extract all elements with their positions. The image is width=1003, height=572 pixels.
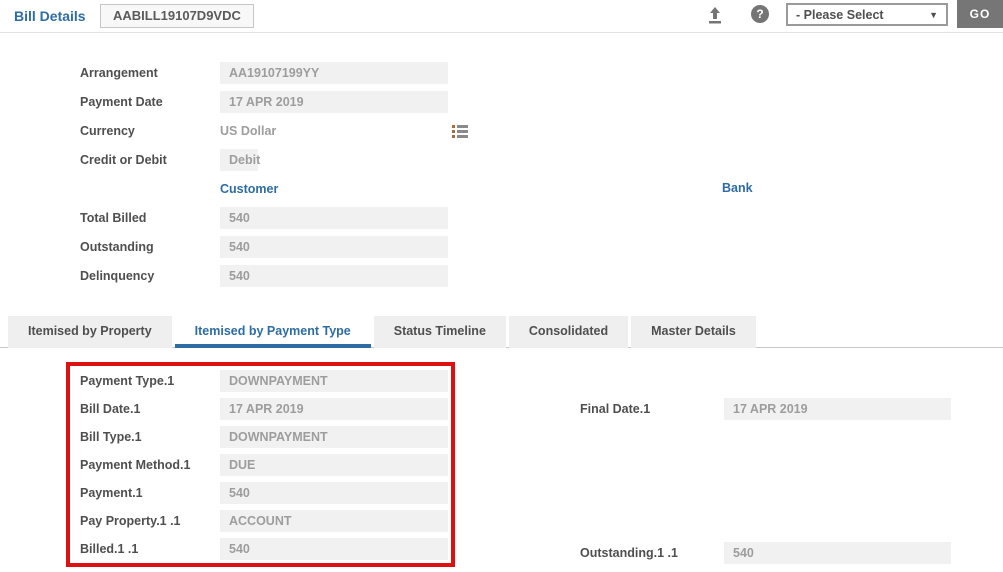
tab-itemised-by-payment-type[interactable]: Itemised by Payment Type <box>175 316 371 348</box>
final-date-1-value: 17 APR 2019 <box>724 398 951 420</box>
outstanding-1-1-label: Outstanding.1 .1 <box>580 546 724 560</box>
field-row-delinquency: Delinquency 540 <box>80 265 448 287</box>
arrangement-label: Arrangement <box>80 66 220 80</box>
payment-type-1-value: DOWNPAYMENT <box>220 370 448 392</box>
page-title: Bill Details <box>14 8 86 24</box>
tab-master-details[interactable]: Master Details <box>631 316 756 348</box>
pay-property-1-1-label: Pay Property.1 .1 <box>80 514 220 528</box>
field-row-bill-date-1: Bill Date.1 17 APR 2019 <box>80 398 451 420</box>
tab-status-timeline[interactable]: Status Timeline <box>374 316 506 348</box>
outstanding-value: 540 <box>220 236 448 258</box>
arrangement-value: AA19107199YY <box>220 62 448 84</box>
upload-icon[interactable] <box>705 5 725 25</box>
currency-value: US Dollar <box>220 120 276 142</box>
payment-1-label: Payment.1 <box>80 486 220 500</box>
field-row-outstanding: Outstanding 540 <box>80 236 448 258</box>
currency-label: Currency <box>80 124 220 138</box>
outstanding-label: Outstanding <box>80 240 220 254</box>
payment-type-1-label: Payment Type.1 <box>80 374 220 388</box>
customer-link[interactable]: Customer <box>220 182 278 196</box>
highlighted-field-group: Payment Type.1 DOWNPAYMENT Bill Date.1 1… <box>66 362 455 567</box>
billed-1-1-value: 540 <box>220 538 448 560</box>
payment-method-1-label: Payment Method.1 <box>80 458 220 472</box>
help-icon[interactable]: ? <box>751 5 769 23</box>
action-select-value: - Please Select <box>796 8 929 22</box>
delinquency-value: 540 <box>220 265 448 287</box>
field-row-credit-or-debit: Credit or Debit Debit <box>80 149 448 171</box>
billed-1-1-label: Billed.1 .1 <box>80 542 220 556</box>
bill-type-1-label: Bill Type.1 <box>80 430 220 444</box>
field-row-payment-1: Payment.1 540 <box>80 482 451 504</box>
field-row-bill-type-1: Bill Type.1 DOWNPAYMENT <box>80 426 451 448</box>
field-row-billed-1-1: Billed.1 .1 540 <box>80 538 451 560</box>
payment-date-label: Payment Date <box>80 95 220 109</box>
payment-date-value: 17 APR 2019 <box>220 91 448 113</box>
credit-or-debit-value: Debit <box>220 149 258 171</box>
outstanding-1-1-value: 540 <box>724 542 951 564</box>
bill-date-1-value: 17 APR 2019 <box>220 398 448 420</box>
tab-consolidated[interactable]: Consolidated <box>509 316 628 348</box>
field-row-payment-method-1: Payment Method.1 DUE <box>80 454 451 476</box>
field-row-pay-property-1-1: Pay Property.1 .1 ACCOUNT <box>80 510 451 532</box>
field-row-currency: Currency US Dollar <box>80 120 448 142</box>
payment-method-1-value: DUE <box>220 454 448 476</box>
action-select[interactable]: - Please Select ▼ <box>786 3 948 26</box>
payment-1-value: 540 <box>220 482 448 504</box>
delinquency-label: Delinquency <box>80 269 220 283</box>
field-row-outstanding-1-1: Outstanding.1 .1 540 <box>580 542 951 564</box>
pay-property-1-1-value: ACCOUNT <box>220 510 448 532</box>
field-row-payment-date: Payment Date 17 APR 2019 <box>80 91 448 113</box>
tab-itemised-by-property[interactable]: Itemised by Property <box>8 316 172 348</box>
tab-strip: Itemised by Property Itemised by Payment… <box>0 316 1003 348</box>
header-bar: Bill Details AABILL19107D9VDC ? - Please… <box>0 0 1003 33</box>
summary-section: Arrangement AA19107199YY Payment Date 17… <box>80 62 448 294</box>
field-row-final-date-1: Final Date.1 17 APR 2019 <box>580 398 951 420</box>
party-links-row: Customer Bank <box>80 178 448 200</box>
bill-details-page: Bill Details AABILL19107D9VDC ? - Please… <box>0 0 1003 572</box>
bill-date-1-label: Bill Date.1 <box>80 402 220 416</box>
bank-link[interactable]: Bank <box>722 181 753 195</box>
total-billed-label: Total Billed <box>80 211 220 225</box>
bill-id-badge: AABILL19107D9VDC <box>100 4 254 28</box>
field-row-total-billed: Total Billed 540 <box>80 207 448 229</box>
field-row-payment-type-1: Payment Type.1 DOWNPAYMENT <box>80 370 451 392</box>
go-button[interactable]: GO <box>957 0 1003 28</box>
currency-lookup-list-icon[interactable] <box>452 124 468 138</box>
bill-type-1-value: DOWNPAYMENT <box>220 426 448 448</box>
credit-or-debit-label: Credit or Debit <box>80 153 220 167</box>
field-row-arrangement: Arrangement AA19107199YY <box>80 62 448 84</box>
chevron-down-icon: ▼ <box>929 10 938 20</box>
total-billed-value: 540 <box>220 207 448 229</box>
final-date-1-label: Final Date.1 <box>580 402 724 416</box>
